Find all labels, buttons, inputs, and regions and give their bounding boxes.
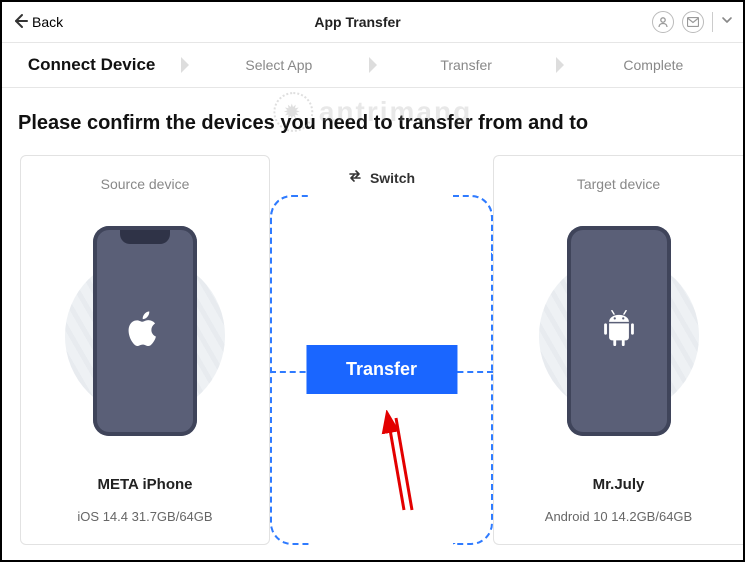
source-phone-graphic (45, 216, 245, 446)
top-right-controls (652, 11, 733, 33)
step-separator-icon (369, 57, 377, 73)
top-bar: Back App Transfer (2, 2, 743, 42)
step-complete: Complete (564, 42, 743, 88)
account-icon[interactable] (652, 11, 674, 33)
divider (712, 12, 713, 32)
switch-label: Switch (370, 170, 415, 186)
back-button[interactable]: Back (12, 13, 63, 32)
step-indicator: Connect Device Select App Transfer Compl… (2, 42, 743, 88)
switch-icon (348, 169, 362, 186)
chevron-down-icon[interactable] (721, 13, 733, 31)
device-content: Source device META iPhone iOS 14.4 31.7G… (2, 145, 743, 545)
target-device-card: Target device Mr.July Android 10 14.2GB/… (493, 155, 743, 545)
source-device-card: Source device META iPhone iOS 14.4 31.7G… (20, 155, 270, 545)
source-device-title: Source device (29, 176, 261, 192)
target-phone-graphic (519, 216, 719, 446)
android-icon (602, 310, 636, 353)
transfer-button[interactable]: Transfer (306, 345, 457, 394)
step-select-app: Select App (189, 42, 368, 88)
step-transfer: Transfer (377, 42, 556, 88)
app-title: App Transfer (314, 14, 400, 30)
target-device-name: Mr.July (502, 476, 735, 493)
step-separator-icon (181, 57, 189, 73)
target-device-info: Android 10 14.2GB/64GB (502, 509, 735, 524)
back-arrow-icon (12, 13, 28, 32)
apple-icon (128, 309, 162, 354)
switch-button[interactable]: Switch (348, 169, 415, 186)
step-connect-device: Connect Device (2, 42, 181, 88)
target-device-title: Target device (502, 176, 735, 192)
back-label: Back (32, 14, 63, 30)
source-device-name: META iPhone (29, 476, 261, 493)
mail-icon[interactable] (682, 11, 704, 33)
middle-panel: Switch Transfer (270, 155, 493, 545)
source-device-info: iOS 14.4 31.7GB/64GB (29, 509, 261, 524)
step-separator-icon (556, 57, 564, 73)
page-heading: Please confirm the devices you need to t… (2, 88, 743, 145)
